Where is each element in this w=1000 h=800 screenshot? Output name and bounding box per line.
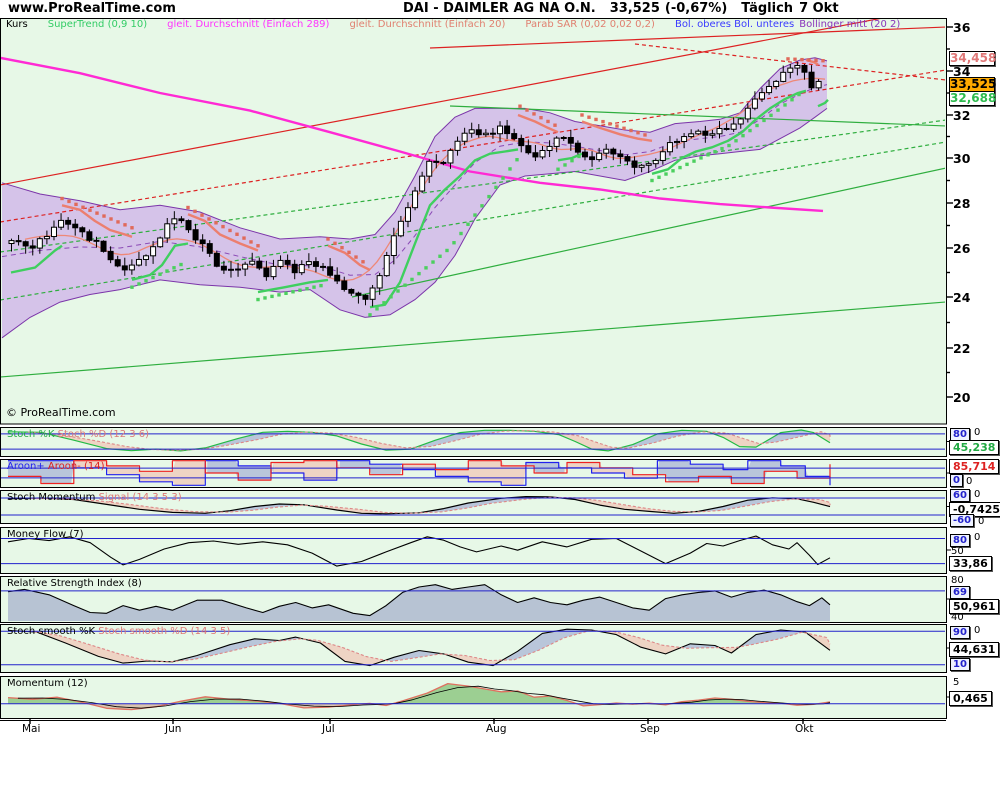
indicator-label-stoch: Stoch %K Stoch %D (12 3 6) (7, 429, 149, 440)
legend-item: Kurs (6, 19, 28, 30)
price-axis-label: 24 (953, 290, 971, 305)
price-marker: 33,525 (949, 77, 997, 92)
threshold-label: 60 (950, 489, 970, 502)
legend-item: Parab SAR (0,02 0,02 0,2) (525, 19, 655, 30)
scale-fragment: 0 (978, 516, 985, 527)
month-label: Jul (322, 723, 335, 735)
chart-legend: Kurs SuperTrend (0,9 10) gleit. Durchschni… (6, 19, 900, 31)
indicator-label-part: Aroon- (14) (44, 461, 105, 472)
indicator-label-ssk: Stoch smooth %K Stoch smooth %D (14 3 5) (7, 626, 230, 637)
indicator-label-part: Stoch smooth %D (14 3 5) (95, 626, 231, 637)
indicator-label-mom: Momentum (12) (7, 678, 88, 689)
legend-item: SuperTrend (0,9 10) (47, 19, 148, 30)
indicator-value: 0,465 (949, 691, 992, 706)
indicator-label-rsi: Relative Strength Index (8) (7, 578, 142, 589)
scale-fragment: 40 (951, 612, 964, 623)
scale-fragment: 0 (974, 532, 981, 543)
legend-item: Bol. oberes Bol. unteres (674, 19, 795, 30)
month-label: Okt (795, 723, 814, 735)
scale-fragment: 0 (966, 476, 973, 487)
price-marker: 34,458 (949, 51, 997, 66)
threshold-label: 69 (950, 586, 970, 599)
price-axis-label: 32 (953, 108, 971, 123)
indicator-value: 33,86 (949, 556, 992, 571)
indicator-value: 85,714 (949, 459, 1000, 474)
price-axis-label: 26 (953, 241, 971, 256)
chart-canvas[interactable] (0, 0, 1000, 800)
month-label: Mai (22, 723, 41, 735)
month-label: Aug (486, 723, 507, 735)
legend-item: gleit. Durchschnitt (Einfach 20) (349, 19, 506, 30)
indicator-label-aroon: Aroon+ Aroon- (14) (7, 461, 105, 472)
scale-fragment: 5 (953, 677, 960, 688)
indicator-label-part: Momentum (12) (7, 678, 88, 689)
indicator-label-smi: Stoch Momentum Signal (14 3 5 3) (7, 492, 182, 503)
indicator-label-mf: Money Flow (7) (7, 529, 84, 540)
month-label: Sep (640, 723, 660, 735)
scale-fragment: 0 (974, 489, 981, 500)
threshold-label: 10 (950, 658, 970, 671)
indicator-value: 44,631 (949, 642, 1000, 657)
scale-fragment: 80 (951, 575, 964, 586)
threshold-label: 90 (950, 626, 970, 639)
indicator-label-part: Signal (14 3 5 3) (95, 492, 182, 503)
indicator-label-part: Stoch smooth %K (7, 626, 96, 637)
threshold-label: 0 (950, 474, 963, 487)
price-axis-label: 28 (953, 196, 971, 211)
copyright-watermark: © ProRealTime.com (6, 406, 116, 419)
price-axis-label: 36 (953, 20, 971, 35)
scale-fragment: 0 (974, 625, 981, 636)
price-axis-label: 30 (953, 151, 971, 166)
legend-item: gleit. Durchschnitt (Einfach 289) (167, 19, 330, 30)
price-axis-label: 20 (953, 390, 971, 405)
indicator-label-part: Money Flow (7) (7, 529, 84, 540)
price-axis-label: 22 (953, 341, 971, 356)
price-marker: 32,688 (949, 91, 997, 106)
indicator-label-part: Stoch %D (12 3 6) (54, 429, 150, 440)
month-label: Jun (165, 723, 182, 735)
legend-item: Bollinger mitt (20 2) (799, 19, 901, 30)
indicator-label-part: Stoch Momentum (7, 492, 96, 503)
scale-fragment: 0 (974, 427, 981, 438)
threshold-label: -60 (950, 514, 975, 527)
indicator-label-part: Aroon+ (7, 461, 45, 472)
indicator-value: 45,238 (949, 440, 1000, 455)
indicator-label-part: Relative Strength Index (8) (7, 578, 142, 589)
prorealtime-window: www.ProRealTime.com DAI - DAIMLER AG NA … (0, 0, 1000, 800)
indicator-label-part: Stoch %K (7, 429, 55, 440)
